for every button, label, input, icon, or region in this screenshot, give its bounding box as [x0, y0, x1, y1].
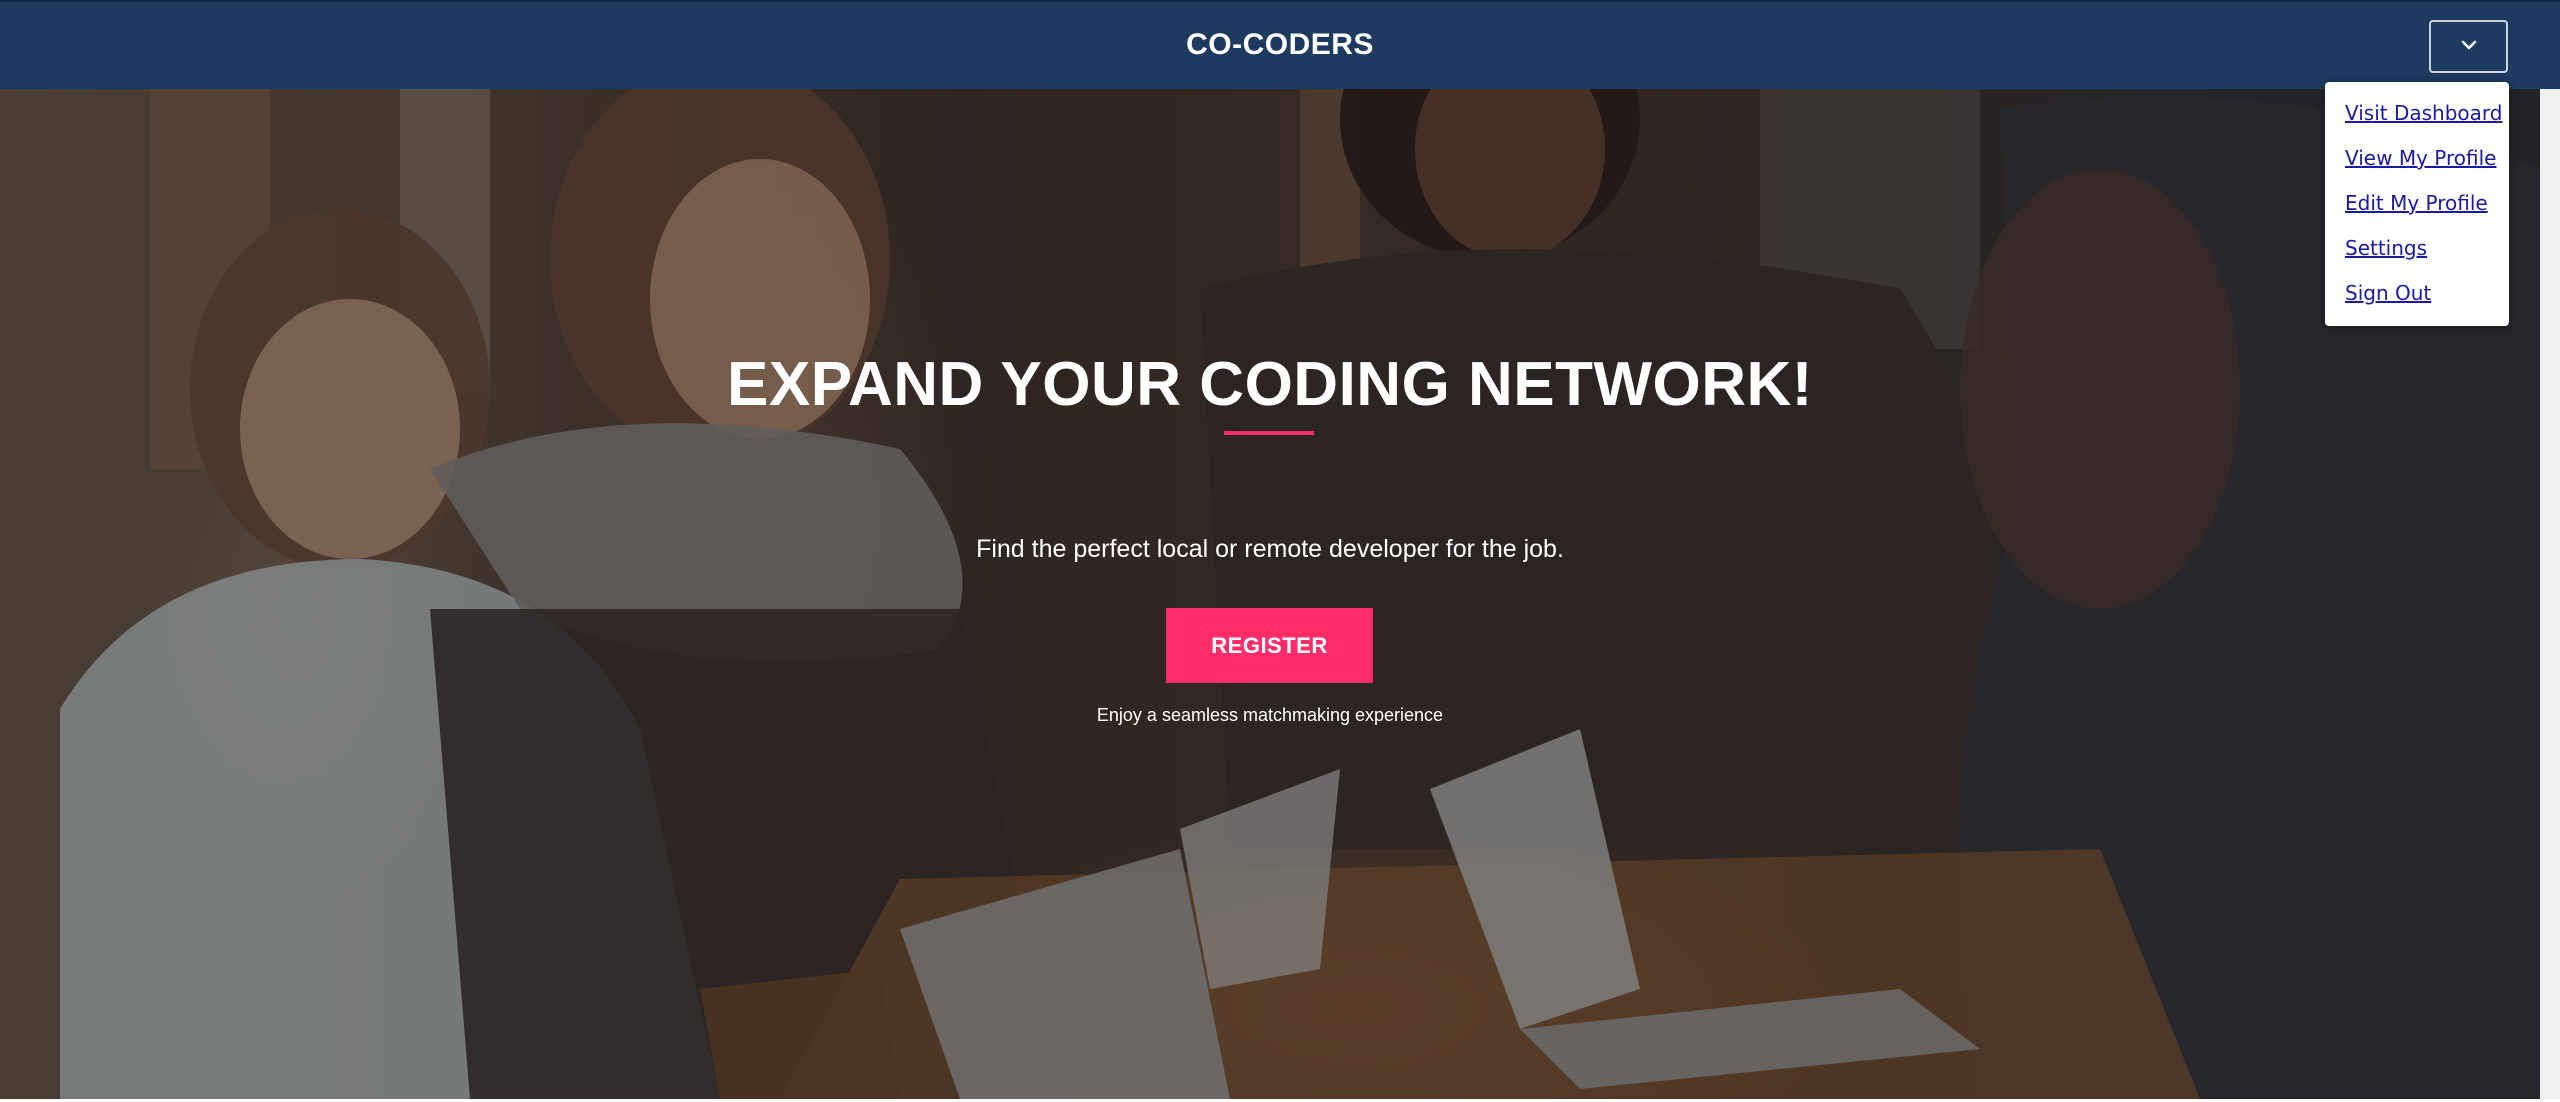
menu-item-view-my-profile[interactable]: View My Profile [2345, 145, 2509, 190]
hero-section: EXPAND YOUR CODING NETWORK! Find the per… [0, 89, 2540, 1099]
user-dropdown-menu: Visit Dashboard View My Profile Edit My … [2325, 82, 2509, 326]
title-underline [1224, 431, 1314, 435]
hero-tagline: Enjoy a seamless matchmaking experience [1096, 705, 1444, 725]
menu-item-settings[interactable]: Settings [2345, 235, 2509, 280]
brand-logo[interactable]: CO-CODERS [0, 28, 2560, 62]
register-button[interactable]: REGISTER [1166, 608, 1373, 683]
menu-item-sign-out[interactable]: Sign Out [2345, 280, 2509, 325]
menu-item-visit-dashboard[interactable]: Visit Dashboard [2345, 100, 2509, 145]
page: CO-CODERS EXPAND YOUR CODING NETWORK! Fi… [0, 0, 2560, 1102]
hero-subtitle: Find the perfect local or remote develop… [976, 535, 1564, 563]
hero-overlay [0, 89, 2540, 1099]
navbar: CO-CODERS [0, 0, 2560, 89]
menu-toggle-button[interactable] [2429, 20, 2508, 73]
menu-item-edit-my-profile[interactable]: Edit My Profile [2345, 190, 2509, 235]
chevron-down-icon [2460, 39, 2478, 54]
scrollbar[interactable] [2540, 89, 2560, 1099]
hero-title: EXPAND YOUR CODING NETWORK! [727, 350, 1813, 419]
